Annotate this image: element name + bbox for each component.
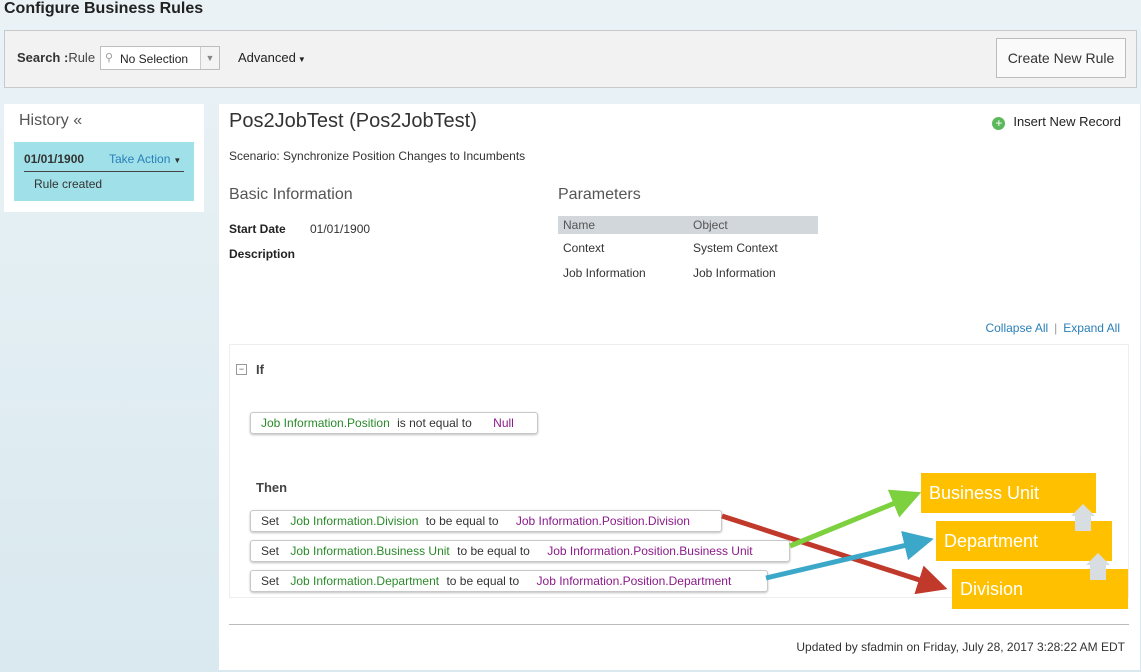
history-date: 01/01/1900 [24,152,85,166]
param-name: Context [563,241,605,255]
insert-new-record-link[interactable]: + Insert New Record [992,114,1121,130]
col-object: Object [693,218,728,232]
collapse-all-link[interactable]: Collapse All [985,321,1048,335]
history-panel: History « 01/01/1900 Take Action ▼ Rule c… [4,104,204,212]
action-operator: to be equal to [425,514,499,528]
annotation-division: Division [952,569,1128,609]
caret-down-icon: ▼ [173,156,182,165]
action-expression[interactable]: Set Job Information.Business Unit to be … [250,540,790,562]
page-title: Configure Business Rules [4,0,204,17]
annotation-business-unit: Business Unit [921,473,1096,513]
take-action-menu[interactable]: Take Action ▼ [109,152,181,166]
advanced-label: Advanced [238,50,296,65]
chevron-down-icon[interactable]: ▼ [200,47,219,69]
action-expression[interactable]: Set Job Information.Department to be equ… [250,570,768,592]
history-note: Rule created [34,177,103,191]
params-table-header: Name Object [558,216,818,234]
collapse-icon[interactable]: − [236,364,247,375]
action-field: Job Information.Division [290,514,419,528]
search-label: Search :Rule [17,50,95,65]
set-keyword: Set [261,574,280,588]
action-operator: to be equal to [446,574,520,588]
action-field: Job Information.Department [290,574,440,588]
action-value: Job Information.Position.Business Unit [547,544,753,558]
history-toggle[interactable]: History « [19,112,82,130]
advanced-dropdown[interactable]: Advanced ▼ [238,50,306,65]
take-action-label: Take Action [109,152,171,166]
create-new-rule-button[interactable]: Create New Rule [996,38,1126,78]
insert-label: Insert New Record [1013,114,1121,129]
parameters-heading: Parameters [558,186,641,203]
action-value: Job Information.Position.Division [515,514,690,528]
condition-value: Null [493,416,514,430]
rule-select[interactable]: ⚲ No Selection ▼ [100,46,220,70]
updated-by-text: Updated by sfadmin on Friday, July 28, 2… [796,640,1125,654]
start-date-label: Start Date [229,222,286,236]
then-label: Then [256,480,288,495]
action-value: Job Information.Position.Department [536,574,732,588]
param-object: Job Information [693,266,776,280]
annotation-department: Department [936,521,1112,561]
action-expression[interactable]: Set Job Information.Division to be equal… [250,510,722,532]
divider [229,624,1129,625]
rule-select-value: No Selection [120,52,189,66]
expand-all-link[interactable]: Expand All [1063,321,1120,335]
start-date-value: 01/01/1900 [310,222,371,236]
collapse-expand-links: Collapse All | Expand All [985,321,1120,335]
condition-field: Job Information.Position [261,416,390,430]
basic-info-heading: Basic Information [229,186,353,203]
divider [24,171,184,172]
description-label: Description [229,247,296,261]
rule-label: Rule [68,50,96,65]
if-label: If [256,362,264,377]
caret-down-icon: ▼ [297,55,306,64]
action-operator: to be equal to [457,544,530,558]
condition-expression[interactable]: Job Information.Position is not equal to… [250,412,538,434]
action-field: Job Information.Business Unit [290,544,450,558]
scenario-text: Scenario: Synchronize Position Changes t… [229,149,526,163]
rule-title: Pos2JobTest (Pos2JobTest) [229,110,477,132]
condition-operator: is not equal to [397,416,472,430]
search-bar: Search :Rule ⚲ No Selection ▼ Advanced ▼ … [4,30,1137,88]
param-object: System Context [693,241,778,255]
col-name: Name [563,218,596,232]
search-label-text: Search : [17,50,69,65]
set-keyword: Set [261,514,280,528]
divider: | [1054,321,1058,335]
history-entry[interactable]: 01/01/1900 Take Action ▼ Rule created [14,142,194,201]
plus-circle-icon: + [992,117,1006,130]
set-keyword: Set [261,544,280,558]
param-name: Job Information [563,266,646,280]
search-icon: ⚲ [105,52,114,64]
